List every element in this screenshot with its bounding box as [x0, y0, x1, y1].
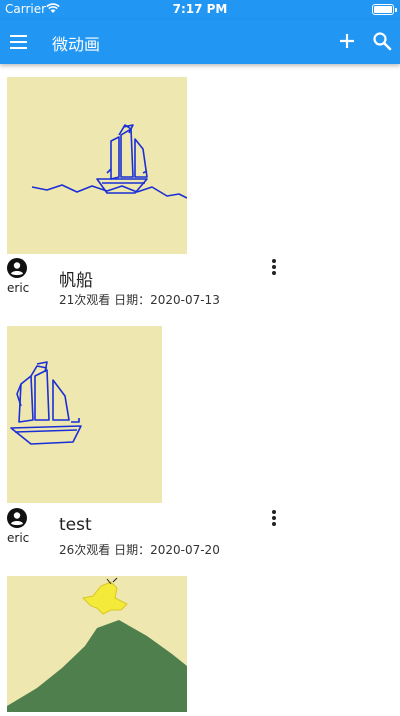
animation-meta: 21次观看 日期：2020-07-13	[59, 293, 220, 307]
sailboat-drawing	[31, 124, 187, 199]
animation-title: test	[59, 515, 92, 535]
page-title: 微动画	[52, 35, 101, 54]
battery-icon	[372, 4, 397, 15]
animation-thumbnail[interactable]	[7, 77, 187, 254]
status-time: 7:17 PM	[172, 2, 228, 16]
sailboat-drawing	[10, 361, 82, 445]
add-icon[interactable]	[336, 30, 358, 52]
more-options-icon[interactable]	[268, 508, 280, 528]
avatar-icon[interactable]	[6, 257, 28, 279]
more-options-icon[interactable]	[268, 257, 280, 277]
hill-bird-drawing	[7, 577, 187, 712]
animation-card[interactable]: eric 帆船 21次观看 日期：2020-07-13	[0, 77, 400, 312]
author-name: eric	[7, 281, 30, 295]
menu-icon[interactable]	[9, 32, 29, 52]
animation-meta: 26次观看 日期：2020-07-20	[59, 543, 220, 557]
app-bar: 微动画	[0, 20, 400, 64]
search-icon[interactable]	[371, 30, 393, 52]
avatar-icon[interactable]	[6, 507, 28, 529]
animation-card[interactable]	[0, 576, 400, 716]
animation-title: 帆船	[59, 271, 93, 291]
animation-card[interactable]: eric test 26次观看 日期：2020-07-20	[0, 326, 400, 561]
status-bar: Carrier 7:17 PM	[0, 0, 400, 20]
animation-thumbnail[interactable]	[7, 576, 187, 712]
author-name: eric	[7, 531, 30, 545]
animation-thumbnail[interactable]	[7, 326, 162, 503]
